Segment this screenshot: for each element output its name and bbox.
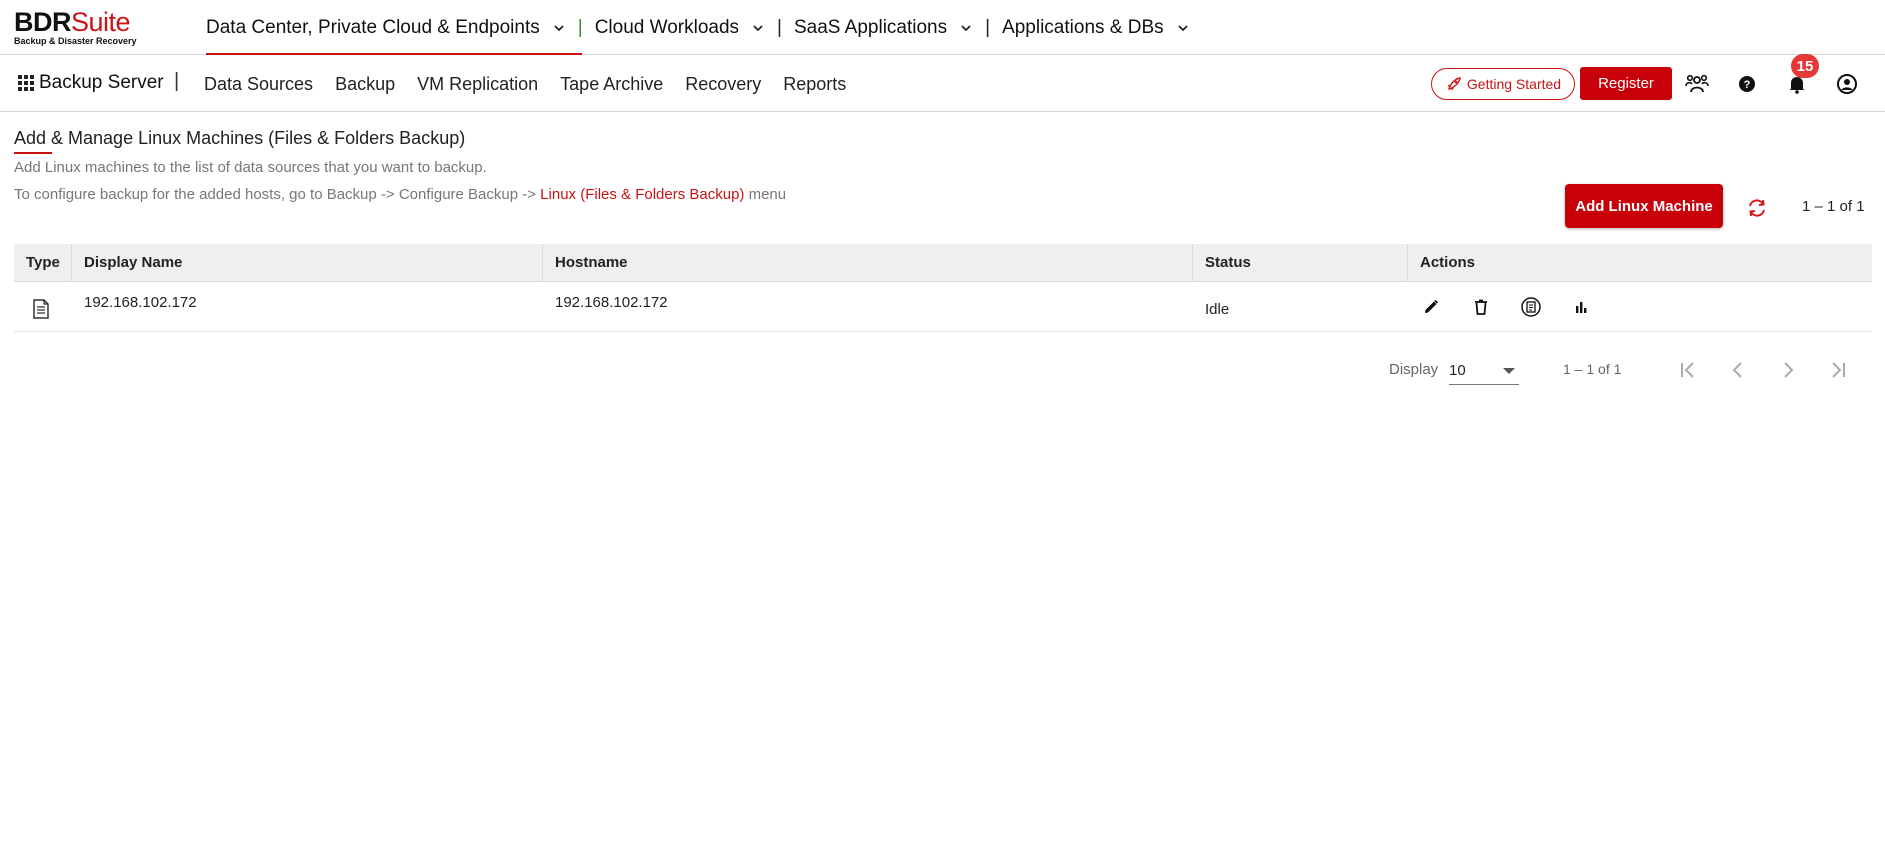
menu-vm-replication[interactable]: VM Replication bbox=[417, 74, 538, 95]
range-summary: 1 – 1 of 1 bbox=[1802, 198, 1865, 215]
last-page-icon bbox=[1832, 362, 1845, 378]
topnav-saas-applications-label: SaaS Applications bbox=[793, 16, 948, 38]
svg-text:?: ? bbox=[1744, 79, 1751, 91]
menu-tape-archive[interactable]: Tape Archive bbox=[560, 74, 663, 95]
config-hint-link[interactable]: Linux (Files & Folders Backup) bbox=[540, 186, 744, 203]
column-header-status[interactable]: Status bbox=[1193, 244, 1408, 281]
logo-wordmark: BDRSuite bbox=[14, 8, 144, 36]
product-category-nav: Data Center, Private Cloud & Endpoints |… bbox=[196, 0, 1200, 55]
getting-started-label: Getting Started bbox=[1466, 76, 1562, 92]
add-linux-machine-button[interactable]: Add Linux Machine bbox=[1565, 184, 1723, 228]
topnav-separator: | bbox=[777, 16, 782, 38]
subnav-separator: | bbox=[174, 70, 180, 92]
app-switcher[interactable]: Backup Server bbox=[18, 72, 164, 94]
apps-grid-icon bbox=[18, 75, 34, 91]
page-size-value: 10 bbox=[1449, 362, 1466, 379]
help-icon[interactable]: ? bbox=[1735, 72, 1759, 96]
type-cell bbox=[14, 282, 72, 331]
topnav-cloud-workloads[interactable]: Cloud Workloads bbox=[585, 0, 775, 55]
topnav-separator: | bbox=[577, 16, 583, 38]
config-hint-prefix: To configure backup for the added hosts,… bbox=[14, 186, 541, 203]
logo-text-bdr: BDR bbox=[14, 7, 72, 37]
config-hint: To configure backup for the added hosts,… bbox=[14, 186, 786, 203]
previous-page-button[interactable] bbox=[1724, 356, 1752, 384]
document-icon bbox=[33, 298, 49, 319]
page-size-label: Display bbox=[1389, 361, 1439, 378]
report-chart-icon[interactable] bbox=[1570, 296, 1592, 318]
module-navigation-bar: Backup Server | Data Sources Backup VM R… bbox=[0, 56, 1885, 112]
table-header: Type Display Name Hostname Status Action… bbox=[14, 244, 1872, 282]
linux-machines-table: Type Display Name Hostname Status Action… bbox=[14, 244, 1872, 332]
refresh-icon[interactable] bbox=[1745, 196, 1769, 220]
status-cell: Idle bbox=[1205, 301, 1230, 318]
topnav-data-center-label: Data Center, Private Cloud & Endpoints bbox=[206, 16, 540, 38]
chevron-down-icon bbox=[961, 24, 971, 31]
community-icon[interactable] bbox=[1685, 72, 1709, 96]
display-name-cell: 192.168.102.172 bbox=[84, 294, 197, 311]
column-header-actions: Actions bbox=[1420, 254, 1476, 271]
first-page-button[interactable] bbox=[1674, 356, 1702, 384]
hostname-cell: 192.168.102.172 bbox=[555, 294, 668, 311]
caret-down-icon bbox=[1503, 368, 1515, 374]
page-title: Add & Manage Linux Machines (Files & Fol… bbox=[14, 128, 466, 148]
config-hint-suffix: menu bbox=[744, 186, 787, 203]
module-menu: Data Sources Backup VM Replication Tape … bbox=[204, 56, 846, 112]
getting-started-button[interactable]: Getting Started bbox=[1431, 68, 1575, 100]
chevron-down-icon bbox=[1178, 24, 1188, 31]
column-header-hostname[interactable]: Hostname bbox=[543, 244, 1193, 281]
chevron-left-icon bbox=[1732, 362, 1742, 378]
register-button[interactable]: Register bbox=[1580, 67, 1672, 100]
rocket-icon bbox=[1447, 77, 1461, 91]
chevron-down-icon bbox=[753, 24, 763, 31]
topnav-saas-applications[interactable]: SaaS Applications bbox=[784, 0, 983, 55]
chevron-right-icon bbox=[1784, 362, 1794, 378]
actions-cell bbox=[1408, 282, 1872, 331]
backup-history-icon[interactable] bbox=[1520, 296, 1542, 318]
page-size-select[interactable]: 10 bbox=[1449, 357, 1519, 385]
chevron-down-icon bbox=[554, 24, 564, 31]
menu-backup[interactable]: Backup bbox=[335, 74, 395, 95]
logo-tagline: Backup & Disaster Recovery bbox=[14, 36, 137, 46]
last-page-button[interactable] bbox=[1824, 356, 1852, 384]
app-name-label: Backup Server bbox=[39, 72, 164, 93]
topnav-cloud-workloads-label: Cloud Workloads bbox=[594, 16, 740, 38]
edit-icon[interactable] bbox=[1420, 296, 1442, 318]
column-header-display-name[interactable]: Display Name bbox=[72, 244, 543, 281]
menu-data-sources[interactable]: Data Sources bbox=[204, 74, 313, 95]
page-description: Add Linux machines to the list of data s… bbox=[14, 159, 487, 176]
menu-recovery[interactable]: Recovery bbox=[685, 74, 761, 95]
bdrsuite-logo[interactable]: BDRSuite Backup & Disaster Recovery bbox=[14, 8, 144, 46]
user-account-icon[interactable] bbox=[1835, 72, 1859, 96]
pagination-range: 1 – 1 of 1 bbox=[1563, 361, 1622, 377]
first-page-icon bbox=[1681, 362, 1694, 378]
topnav-separator: | bbox=[985, 16, 991, 38]
logo-text-suite: Suite bbox=[71, 7, 131, 37]
title-underline bbox=[14, 152, 52, 154]
notification-count-badge: 15 bbox=[1791, 54, 1819, 78]
menu-reports[interactable]: Reports bbox=[783, 74, 846, 95]
top-navigation-bar: BDRSuite Backup & Disaster Recovery Data… bbox=[0, 0, 1885, 55]
table-pagination: Display 10 1 – 1 of 1 bbox=[0, 352, 1885, 388]
column-header-type[interactable]: Type bbox=[14, 244, 72, 281]
delete-icon[interactable] bbox=[1470, 296, 1492, 318]
topnav-applications-dbs-label: Applications & DBs bbox=[1002, 16, 1164, 38]
topnav-applications-dbs[interactable]: Applications & DBs bbox=[992, 0, 1200, 55]
topnav-data-center[interactable]: Data Center, Private Cloud & Endpoints bbox=[196, 0, 582, 55]
table-row: 192.168.102.172 192.168.102.172 Idle bbox=[14, 282, 1872, 332]
next-page-button[interactable] bbox=[1774, 356, 1802, 384]
